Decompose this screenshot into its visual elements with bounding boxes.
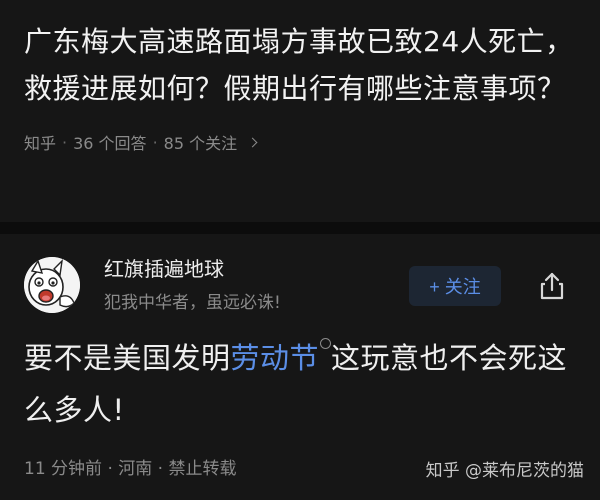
search-hint-icon (320, 338, 332, 349)
author-name[interactable]: 红旗插遍地球 (104, 256, 281, 282)
answer-text-before: 要不是美国发明 (24, 341, 231, 375)
avatar-cartoon-icon (24, 256, 80, 313)
answer-content: 要不是美国发明劳动节 这玩意也不会死这么多人! (24, 332, 580, 436)
follow-button[interactable]: + 关注 (409, 266, 501, 306)
chevron-right-icon (247, 137, 258, 148)
author-row[interactable]: 红旗插遍地球 犯我中华者，虽远必诛! (24, 256, 281, 313)
question-title[interactable]: 广东梅大高速路面塌方事故已致24人死亡，救援进展如何？假期出行有哪些注意事项？ (24, 18, 576, 112)
author-bio: 犯我中华者，虽远必诛! (104, 293, 281, 313)
share-icon[interactable] (536, 270, 568, 302)
avatar[interactable] (24, 256, 80, 313)
answer-meta: 11 分钟前 · 河南 · 禁止转载 (24, 459, 237, 479)
meta-separator: · (152, 132, 158, 152)
answer-count: 36 个回答 (73, 134, 147, 153)
source-label: 知乎 (24, 134, 57, 153)
question-meta[interactable]: 知乎 · 36 个回答 · 85 个关注 (24, 130, 576, 154)
section-divider (0, 222, 600, 234)
search-link-labor-day[interactable]: 劳动节 (231, 341, 320, 375)
question-header: 广东梅大高速路面塌方事故已致24人死亡，救援进展如何？假期出行有哪些注意事项？ … (24, 18, 576, 154)
watermark: 知乎 @莱布尼茨的猫 (425, 461, 584, 481)
author-info: 红旗插遍地球 犯我中华者，虽远必诛! (104, 256, 281, 313)
meta-separator: · (62, 132, 68, 152)
answer-card: 红旗插遍地球 犯我中华者，虽远必诛! + 关注 要不是美国发明劳动节 这玩意也不会… (0, 234, 600, 500)
follower-count: 85 个关注 (163, 134, 238, 153)
zhihu-page: 广东梅大高速路面塌方事故已致24人死亡，救援进展如何？假期出行有哪些注意事项？ … (0, 0, 600, 500)
